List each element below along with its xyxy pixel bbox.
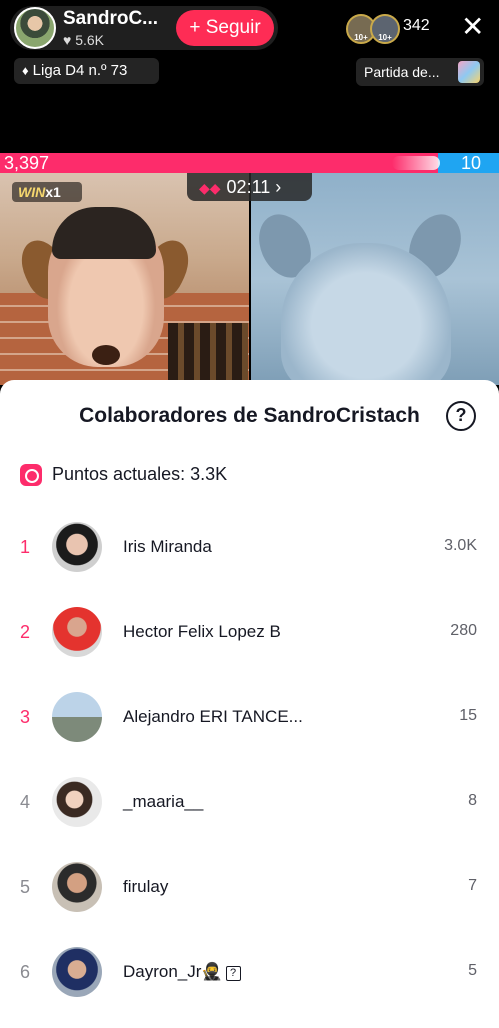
contributor-row[interactable]: 3 Alejandro ERI TANCE... 15 (0, 674, 499, 759)
close-icon[interactable]: ✕ (461, 12, 484, 42)
contributor-score: 3.0K (444, 537, 477, 554)
contributor-row[interactable]: 4 _maaria__ 8 (0, 759, 499, 844)
match-label: Partida de... (364, 64, 440, 80)
alarm-clock-icon (20, 464, 42, 486)
battle-timer[interactable]: ◆◆ 02:11 › (187, 173, 312, 201)
top-viewers[interactable]: 10+ 10+ (346, 14, 402, 44)
contributor-name[interactable]: Iris Miranda (123, 537, 212, 557)
contributor-name[interactable]: firulay (123, 877, 168, 897)
rank-number: 3 (20, 707, 31, 727)
win-count: x1 (45, 184, 61, 200)
contributor-score: 8 (468, 792, 477, 809)
sheet-title: Colaboradores de SandroCristach (79, 404, 420, 427)
rank-number: 6 (20, 962, 31, 982)
win-label: WIN (18, 184, 46, 200)
score-flame-icon (392, 156, 440, 170)
contributor-score: 280 (450, 622, 477, 639)
host-likes: ♥ 5.6K (63, 32, 105, 48)
viewer-avatar[interactable]: 10+ (370, 14, 400, 44)
left-score: 3,397 (4, 153, 50, 173)
gem-trophy-icon (458, 61, 480, 83)
contributor-score: 5 (468, 962, 477, 979)
contributors-list: 1 Iris Miranda 3.0K 2 Hector Felix Lopez… (0, 504, 499, 1014)
match-badge[interactable]: Partida de... (356, 58, 484, 86)
diamond-icon: ♦ (22, 63, 29, 78)
contributor-name-text: Dayron_Jr🥷 (123, 962, 223, 981)
rank-number: 5 (20, 877, 31, 897)
avatar[interactable] (52, 947, 102, 997)
chevron-right-icon: › (275, 177, 282, 197)
contributor-score: 7 (468, 877, 477, 894)
avatar[interactable] (52, 862, 102, 912)
timer-value: 02:11 (226, 177, 271, 197)
avatar[interactable] (52, 522, 102, 572)
host-video[interactable] (0, 173, 249, 385)
rank-number: 1 (20, 537, 31, 557)
left-score-fill (0, 153, 438, 173)
viewer-count[interactable]: 342 (403, 17, 430, 35)
follow-button[interactable]: + Seguir (176, 10, 274, 46)
contributor-row[interactable]: 2 Hector Felix Lopez B 280 (0, 589, 499, 674)
contributor-name[interactable]: _maaria__ (123, 792, 203, 812)
avatar[interactable] (52, 692, 102, 742)
contributor-name[interactable]: Hector Felix Lopez B (123, 622, 281, 642)
question-badge-icon: ? (225, 966, 241, 981)
win-streak-badge: WINx1 (12, 182, 82, 202)
contributor-name[interactable]: Dayron_Jr🥷? (123, 962, 241, 982)
points-label: Puntos actuales: 3.3K (52, 464, 228, 484)
avatar[interactable] (52, 607, 102, 657)
contributor-score: 15 (459, 707, 477, 724)
live-header: SandroC... ♥ 5.6K + Seguir 10+ 10+ 342 ✕… (0, 0, 499, 155)
opponent-video[interactable] (251, 173, 499, 385)
right-score: 10 (460, 153, 481, 173)
host-name[interactable]: SandroC... (63, 8, 158, 30)
league-badge[interactable]: ♦ Liga D4 n.º 73 (14, 58, 159, 84)
bottle-shelf (168, 323, 248, 383)
host-hair (52, 207, 156, 259)
host-avatar[interactable] (14, 7, 56, 49)
contributors-sheet: Colaboradores de SandroCristach ? Puntos… (0, 380, 499, 1028)
battle-score-bar: 3,397 10 (0, 153, 499, 173)
opponent-face (281, 243, 451, 385)
contributor-name[interactable]: Alejandro ERI TANCE... (123, 707, 303, 727)
battle-icon: ◆◆ (199, 180, 221, 196)
contributor-row[interactable]: 5 firulay 7 (0, 844, 499, 929)
contributor-row[interactable]: 6 Dayron_Jr🥷? 5 (0, 929, 499, 1014)
rank-number: 4 (20, 792, 31, 812)
rank-number: 2 (20, 622, 31, 642)
contributor-row[interactable]: 1 Iris Miranda 3.0K (0, 504, 499, 589)
league-label: Liga D4 n.º 73 (32, 62, 128, 79)
avatar[interactable] (52, 777, 102, 827)
help-icon[interactable]: ? (446, 401, 476, 431)
dog-nose-filter (92, 345, 120, 365)
